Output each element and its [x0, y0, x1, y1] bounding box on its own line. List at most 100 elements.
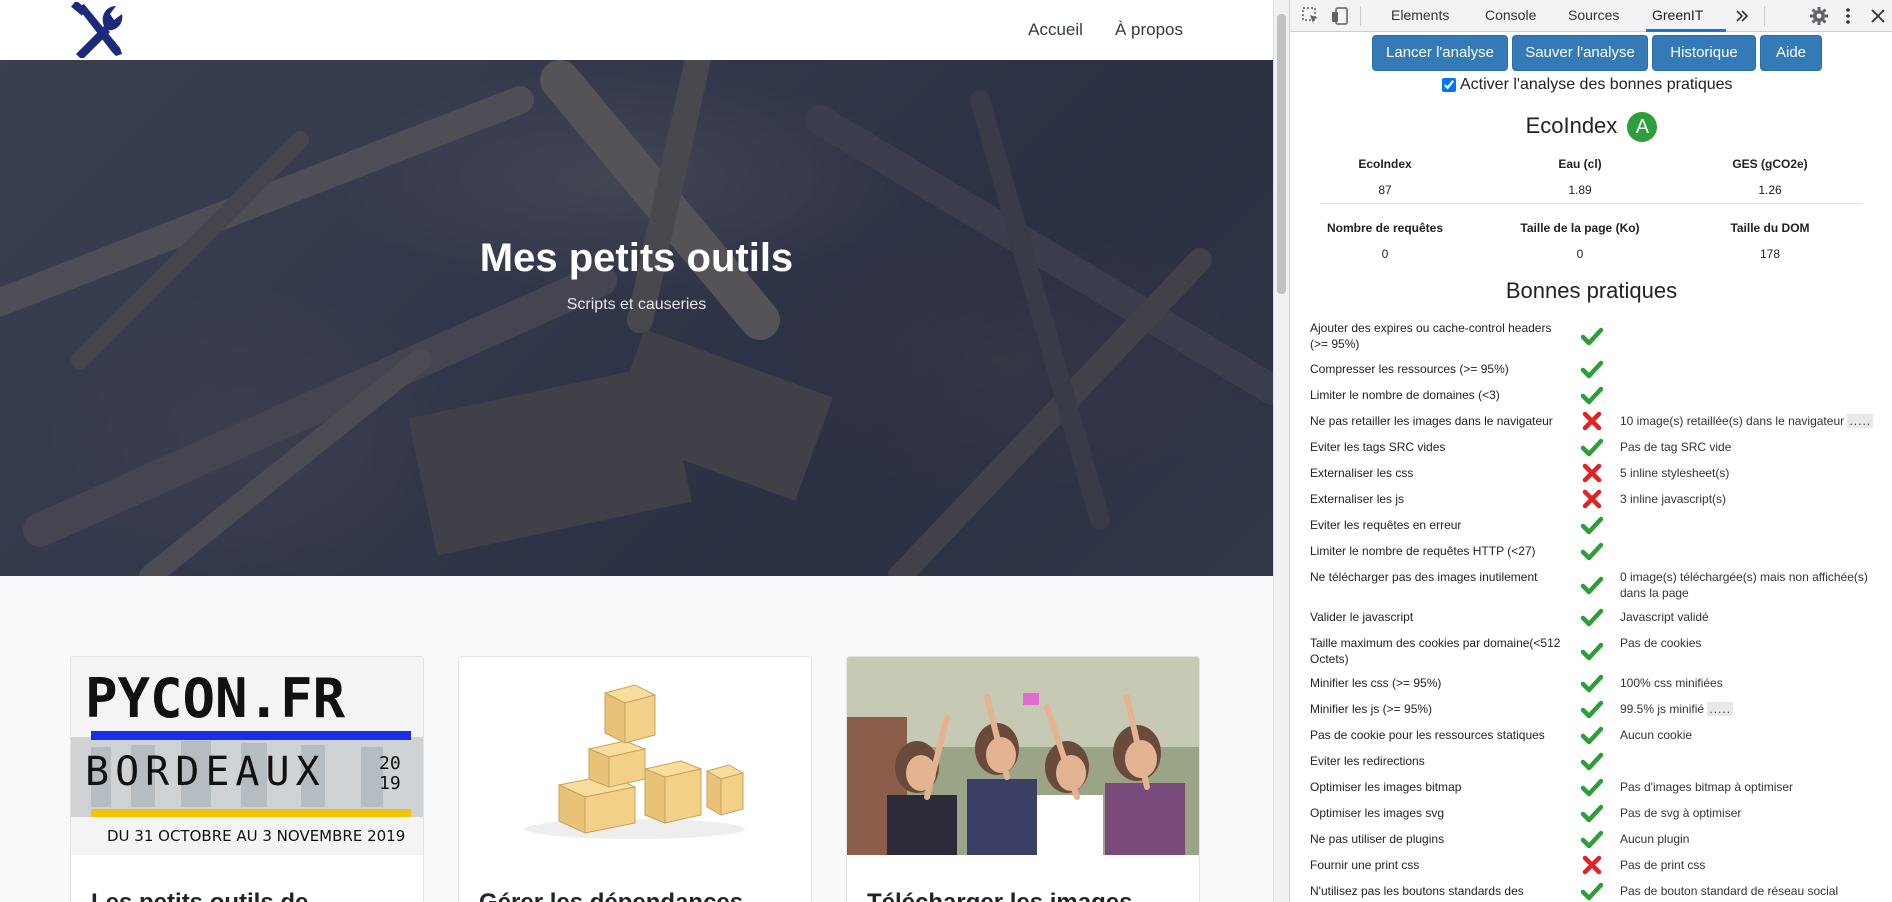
pycon-dates-text: DU 31 OCTOBRE AU 3 NOVEMBRE 2019	[107, 827, 405, 845]
practice-comment: 3 inline javascript(s)	[1620, 492, 1727, 506]
device-toolbar-icon[interactable]	[1330, 6, 1350, 26]
hero-subtitle: Scripts et causeries	[566, 296, 707, 313]
hero-overlay	[0, 60, 1273, 576]
practice-comment: Pas de bouton standard de réseau social	[1620, 884, 1839, 898]
practice-name: Limiter le nombre de domaines (<3)	[1310, 388, 1500, 402]
post-card-images[interactable]: Télécharger les images	[846, 656, 1200, 902]
check-icon	[1580, 697, 1604, 721]
more-options-icon[interactable]	[1838, 6, 1858, 26]
help-button[interactable]: Aide	[1760, 35, 1822, 71]
ecoindex-heading: EcoIndex A	[1290, 112, 1892, 142]
tools-logo-icon[interactable]	[70, 2, 128, 58]
devtools-panel: Elements Console Sources GreenIT Lancer …	[1289, 0, 1892, 902]
best-practices-toggle-label: Activer l'analyse des bonnes pratiques	[1460, 76, 1733, 93]
card-title[interactable]: Gérer les dépendances	[479, 889, 743, 902]
check-icon	[1580, 775, 1604, 799]
practice-comment: Javascript validé	[1620, 610, 1709, 624]
practice-comment: Pas de print css	[1620, 858, 1706, 872]
page-scrollbar[interactable]	[1273, 0, 1289, 902]
website-viewport: Accueil À propos Mes petits outils Scrip…	[0, 0, 1273, 902]
nav-link-a-propos[interactable]: À propos	[1115, 20, 1183, 40]
practice-name: Eviter les requêtes en erreur	[1310, 518, 1462, 532]
practice-comment: 99.5% js minifié .....	[1620, 702, 1734, 716]
practice-row: Pas de cookie pour les ressources statiq…	[1310, 726, 1870, 745]
stat-page-size: Taille de la page (Ko) 0	[1520, 221, 1640, 261]
practice-name: Pas de cookie pour les ressources statiq…	[1310, 728, 1545, 742]
stat-ghg: GES (gCO2e) 1.26	[1732, 157, 1808, 197]
practice-row: Eviter les requêtes en erreur	[1310, 516, 1870, 535]
tab-console[interactable]: Console	[1485, 7, 1536, 23]
best-practices-toggle[interactable]: Activer l'analyse des bonnes pratiques	[1442, 76, 1733, 94]
site-navbar: Accueil À propos	[0, 0, 1273, 60]
check-icon	[1580, 723, 1604, 747]
launch-analysis-button[interactable]: Lancer l'analyse	[1372, 35, 1508, 71]
practice-row: Ne pas utiliser de plugins Aucun plugin	[1310, 830, 1870, 849]
stat-ecoindex: EcoIndex 87	[1358, 157, 1412, 197]
tab-sources[interactable]: Sources	[1568, 7, 1619, 23]
cross-icon	[1580, 853, 1604, 877]
practice-name: Compresser les ressources (>= 95%)	[1310, 362, 1509, 376]
more-tabs-chevron-icon[interactable]	[1732, 6, 1752, 26]
practice-name: Eviter les redirections	[1310, 754, 1425, 768]
hero-banner: Mes petits outils Scripts et causeries	[0, 60, 1273, 576]
card-title[interactable]: Télécharger les images	[867, 889, 1132, 902]
practice-name: Externaliser les css	[1310, 466, 1414, 480]
save-analysis-button[interactable]: Sauver l'analyse	[1512, 35, 1648, 71]
practice-name: Ne télécharger pas des images inutilemen…	[1310, 570, 1538, 584]
boxes-image	[459, 657, 811, 855]
card-title[interactable]: Les petits outils de	[91, 889, 308, 902]
practice-row: Valider le javascript Javascript validé	[1310, 608, 1870, 627]
cross-icon	[1580, 409, 1604, 433]
practice-row: Minifier les js (>= 95%) 99.5% js minifié…	[1310, 700, 1870, 719]
practice-row: Taille maximum des cookies par domaine(<…	[1310, 635, 1870, 667]
check-icon	[1580, 605, 1604, 629]
practice-comment: Pas de cookies	[1620, 636, 1702, 650]
best-practices-heading: Bonnes pratiques	[1505, 278, 1678, 303]
post-card-dependencies[interactable]: Gérer les dépendances	[458, 656, 812, 902]
photographers-image	[847, 657, 1199, 855]
check-icon	[1580, 324, 1604, 348]
stat-request-count: Nombre de requêtes 0	[1326, 221, 1444, 261]
close-devtools-icon[interactable]	[1868, 6, 1888, 26]
check-icon	[1580, 383, 1604, 407]
practice-row: Optimiser les images svg Pas de svg à opt…	[1310, 804, 1870, 823]
practice-comment: Pas de tag SRC vide	[1620, 440, 1732, 454]
practice-row: Limiter le nombre de requêtes HTTP (<27)	[1310, 542, 1870, 561]
check-icon	[1580, 573, 1604, 597]
best-practices-checkbox[interactable]	[1442, 78, 1456, 92]
practice-name: Externaliser les js	[1310, 492, 1405, 506]
practice-row: Externaliser les css 5 inline stylesheet(…	[1310, 463, 1870, 483]
practice-name: Optimiser les images svg	[1310, 806, 1445, 820]
practice-name: N'utilisez pas les boutons standards des	[1310, 884, 1524, 898]
practice-comment: 0 image(s) téléchargée(s) mais non affic…	[1620, 570, 1868, 600]
practice-row: Fournir une print css Pas de print css	[1310, 855, 1870, 875]
pycon-title-text: PYCON.FR	[85, 667, 346, 730]
check-icon	[1580, 539, 1604, 563]
settings-gear-icon[interactable]	[1809, 6, 1829, 26]
details-toggle[interactable]: .....	[1707, 702, 1734, 716]
practice-name: Limiter le nombre de requêtes HTTP (<27)	[1310, 544, 1536, 558]
practice-comment: 10 image(s) retaillée(s) dans le navigat…	[1620, 414, 1874, 428]
cross-icon	[1580, 461, 1604, 485]
stat-water: Eau (cl) 1.89	[1558, 157, 1602, 197]
practice-name: Minifier les js (>= 95%)	[1310, 702, 1433, 716]
stat-dom-size: Taille du DOM 178	[1730, 221, 1810, 261]
inspect-element-icon[interactable]	[1301, 6, 1321, 26]
practice-row: Ne télécharger pas des images inutilemen…	[1310, 569, 1870, 601]
practice-name: Ne pas retailler les images dans le navi…	[1310, 414, 1553, 428]
scrollbar-thumb[interactable]	[1277, 14, 1286, 294]
practice-comment: 100% css minifiées	[1620, 676, 1723, 690]
history-button[interactable]: Historique	[1652, 35, 1756, 71]
practice-row: Limiter le nombre de domaines (<3)	[1310, 386, 1870, 405]
practice-comment: Aucun plugin	[1620, 832, 1690, 846]
tab-greenit[interactable]: GreenIT	[1652, 7, 1703, 23]
nav-link-accueil[interactable]: Accueil	[1028, 20, 1083, 40]
hero-title: Mes petits outils	[479, 236, 794, 280]
details-toggle[interactable]: .....	[1847, 414, 1874, 428]
practice-row: Compresser les ressources (>= 95%)	[1310, 360, 1870, 379]
practice-comment: Pas de svg à optimiser	[1620, 806, 1742, 820]
practice-name: Valider le javascript	[1310, 610, 1414, 624]
tab-elements[interactable]: Elements	[1391, 7, 1449, 23]
practice-comment: Aucun cookie	[1620, 728, 1693, 742]
post-card-pycon[interactable]: PYCON.FR BORDEAUX 20 19 DU 31 OCTOBRE AU…	[70, 656, 424, 902]
